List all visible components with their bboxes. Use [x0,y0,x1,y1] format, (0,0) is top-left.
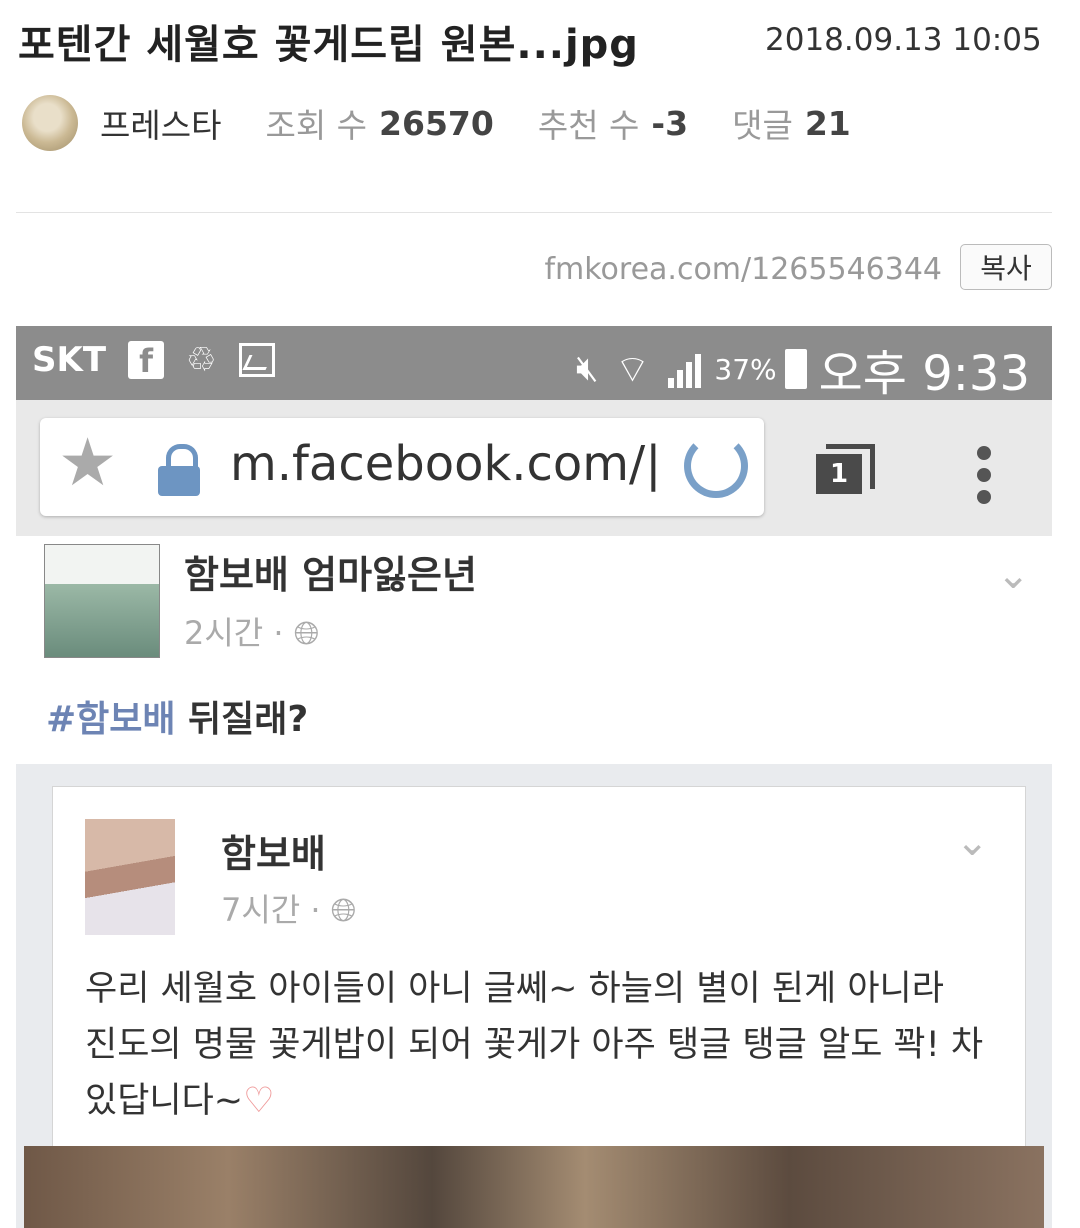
facebook-post: 함보배 엄마잃은년 2시간 · 🌐︎ ⌄ #함보배 뒤질래? [16,536,1052,764]
post-meta: 프레스타 조회 수 26570 추천 수 -3 댓글 21 [22,95,895,151]
copy-url-button[interactable]: 복사 [960,244,1052,290]
post-author[interactable]: 함보배 엄마잃은년 [184,544,477,599]
recommend-count: -3 [651,103,689,143]
shared-post-author[interactable]: 함보배 [221,823,326,878]
reload-icon[interactable] [684,434,748,498]
facebook-icon: f [128,341,165,380]
post-url-row: fmkorea.com/1265546344 복사 [0,242,1080,294]
address-bar[interactable]: ★ m.facebook.com/| [40,418,764,516]
recommend-label: 추천 수 [537,106,640,145]
wifi-icon: ⌔ [614,347,651,391]
mute-icon: 🔇︎ [575,348,599,389]
shared-post-avatar[interactable] [85,819,175,935]
shared-post-area: 함보배 7시간 · 🌐︎ ⌄ 우리 세월호 아이들이 아니 글쎄~ 하늘의 별이… [16,764,1052,1228]
post-header: 포텐간 세월호 꽃게드립 원본...jpg 2018.09.13 10:05 프… [0,0,1080,214]
post-url[interactable]: fmkorea.com/1265546344 [544,252,942,287]
chevron-down-icon[interactable]: ⌄ [955,819,989,865]
views-label: 조회 수 [265,106,368,145]
heart-emoji: ♡ [243,1081,275,1121]
address-url[interactable]: m.facebook.com/| [230,436,670,492]
browser-toolbar: ★ m.facebook.com/| 1 [16,400,1052,536]
tabs-icon[interactable]: 1 [816,444,875,494]
header-divider [16,212,1052,213]
phone-status-bar: SKT f ♲ 🔇︎ ⌔ 37% 오후 9:33 [16,326,1052,402]
comments-label: 댓글 [732,106,793,145]
signal-icon [668,350,704,388]
carrier-label: SKT [32,340,107,380]
post-profile-picture[interactable] [44,544,160,658]
shared-post-time: 7시간 · 🌐︎ [221,891,357,929]
post-date: 2018.09.13 10:05 [765,22,1042,58]
crab-photo[interactable] [24,1146,1044,1228]
recycle-icon: ♲ [186,340,217,380]
battery-percent: 37% [714,352,777,386]
status-time: 오후 9:33 [818,346,1030,402]
battery-icon [784,349,807,389]
post-title: 포텐간 세월호 꽃게드립 원본...jpg [18,22,639,68]
star-icon[interactable]: ★ [58,430,117,496]
image-icon [238,343,275,377]
comments-count[interactable]: 21 [805,104,851,143]
lock-icon [158,444,202,496]
globe-icon: 🌐︎ [330,891,357,929]
post-time: 2시간 · 🌐︎ [184,614,320,652]
post-text: #함보배 뒤질래? [46,699,309,740]
shared-post-text: 우리 세월호 아이들이 아니 글쎄~ 하늘의 별이 된게 아니라 진도의 명물 … [85,969,984,1121]
post-hashtag[interactable]: #함보배 [46,699,176,740]
tab-count: 1 [816,454,862,494]
chevron-down-icon[interactable]: ⌄ [996,552,1030,598]
more-menu-icon[interactable] [974,440,994,512]
embedded-screenshot: SKT f ♲ 🔇︎ ⌔ 37% 오후 9:33 ★ m.facebook.co… [16,326,1052,1228]
author-name[interactable]: 프레스타 [100,99,221,147]
globe-icon: 🌐︎ [293,614,320,652]
views-count: 26570 [379,103,494,143]
author-avatar[interactable] [22,95,78,151]
